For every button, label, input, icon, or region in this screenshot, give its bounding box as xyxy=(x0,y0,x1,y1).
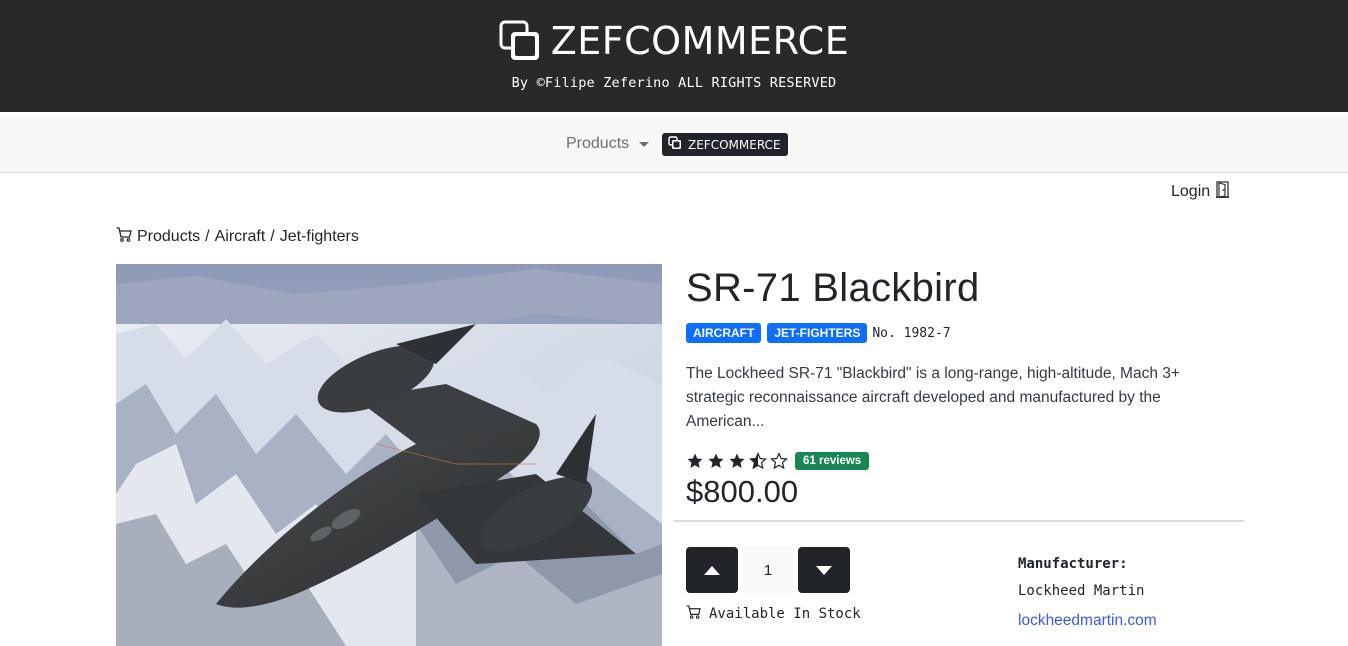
cart-icon xyxy=(686,605,701,623)
caret-down-icon xyxy=(639,141,650,147)
brand-nav-button[interactable]: ZEFCOMMERCE xyxy=(662,133,788,156)
brand[interactable]: ZEFCOMMERCE xyxy=(0,18,1348,64)
product-sku: No. 1982-7 xyxy=(872,325,951,341)
manufacturer-link[interactable]: lockheedmartin.com xyxy=(1018,612,1157,630)
jet-aircraft-photo-icon xyxy=(116,264,662,646)
brand-subtitle: By ©Filipe Zeferino ALL RIGHTS RESERVED xyxy=(511,75,837,91)
breadcrumb-separator: / xyxy=(270,228,275,245)
products-dropdown-label: Products xyxy=(566,135,630,152)
brand-nav-label: ZEFCOMMERCE xyxy=(688,137,781,152)
quantity-increase-button[interactable] xyxy=(686,547,738,593)
breadcrumb-item-aircraft[interactable]: Aircraft xyxy=(215,228,266,246)
manufacturer-name: Lockheed Martin xyxy=(1018,583,1145,599)
breadcrumb-item-products[interactable]: Products xyxy=(137,228,200,246)
products-dropdown[interactable]: Products xyxy=(566,135,650,153)
quantity-input[interactable] xyxy=(742,547,794,593)
tag-jet-fighters[interactable]: JET-FIGHTERS xyxy=(767,323,868,343)
breadcrumb: Products / Aircraft / Jet-fighters xyxy=(116,227,359,247)
brand-title: ZEFCOMMERCE xyxy=(550,19,850,63)
product-rating: 61 reviews xyxy=(686,452,870,470)
breadcrumb-separator: / xyxy=(205,228,210,245)
product-price: $800.00 xyxy=(686,474,799,509)
site-header: ZEFCOMMERCE By ©Filipe Zeferino ALL RIGH… xyxy=(0,0,1348,112)
star-empty-icon xyxy=(770,452,788,470)
divider xyxy=(674,520,1244,522)
triangle-up-icon xyxy=(704,565,720,575)
star-full-icon xyxy=(687,453,703,468)
stock-status: Available In Stock xyxy=(686,605,861,623)
login-label: Login xyxy=(1171,183,1211,200)
navbar: Products ZEFCOMMERCE xyxy=(0,117,1348,173)
quantity-decrease-button[interactable] xyxy=(798,547,850,593)
tag-aircraft[interactable]: AIRCRAFT xyxy=(686,323,762,343)
door-icon xyxy=(1216,181,1230,203)
overlapping-squares-logo-icon xyxy=(499,20,541,62)
manufacturer-label: Manufacturer: xyxy=(1018,556,1128,572)
star-half-icon xyxy=(749,452,767,470)
star-full-icon xyxy=(708,453,724,468)
breadcrumb-item-jet-fighters[interactable]: Jet-fighters xyxy=(280,228,359,246)
product-image xyxy=(116,264,662,646)
product-description: The Lockheed SR-71 "Blackbird" is a long… xyxy=(686,365,1180,430)
overlapping-squares-icon xyxy=(668,136,682,153)
login-link[interactable]: Login xyxy=(1171,181,1230,203)
star-full-icon xyxy=(729,453,745,468)
triangle-down-icon xyxy=(816,565,832,575)
product-tags: AIRCRAFT JET-FIGHTERS No. 1982-7 xyxy=(686,323,951,343)
cart-icon xyxy=(116,227,132,247)
reviews-badge[interactable]: 61 reviews xyxy=(795,452,870,470)
stock-label: Available In Stock xyxy=(709,606,861,622)
product-title: SR-71 Blackbird xyxy=(686,266,980,310)
